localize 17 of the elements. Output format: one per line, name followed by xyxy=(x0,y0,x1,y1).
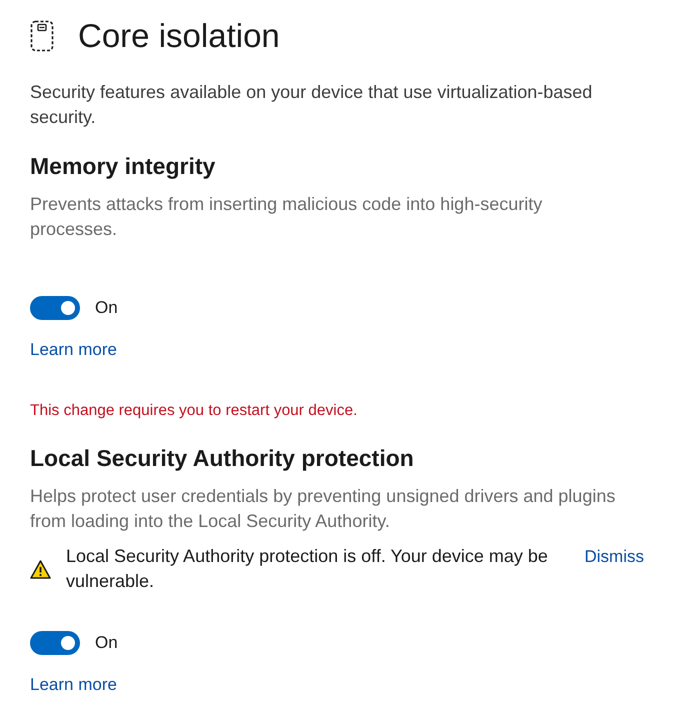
warning-message: Local Security Authority protection is off. Your device may be vulnerable. xyxy=(66,545,549,593)
page-title: Core isolation xyxy=(78,16,280,56)
restart-notice: This change requires you to restart your device. xyxy=(30,401,358,421)
page-description: Security features available on your device that use virtualization-based security. xyxy=(30,81,594,129)
section-description: Prevents attacks from inserting malicious code into high-security processes. xyxy=(30,193,544,241)
toggle-switch[interactable] xyxy=(30,296,80,320)
learn-more-link[interactable]: Learn more xyxy=(30,338,117,362)
warning-icon xyxy=(30,560,51,579)
dashed-chip-icon xyxy=(30,20,54,52)
section-heading: Memory integrity xyxy=(30,152,216,181)
section-description: Helps protect user credentials by preventing unsigned drivers and plugins from loading into the Local Security Authority. xyxy=(30,485,616,533)
section-heading: Local Security Authority protection xyxy=(30,444,414,473)
toggle-label: On xyxy=(95,298,118,318)
learn-more-link[interactable]: Learn more xyxy=(30,673,117,697)
toggle-label: On xyxy=(95,633,118,653)
toggle-switch[interactable] xyxy=(30,631,80,655)
dismiss-link[interactable]: Dismiss xyxy=(584,544,644,569)
